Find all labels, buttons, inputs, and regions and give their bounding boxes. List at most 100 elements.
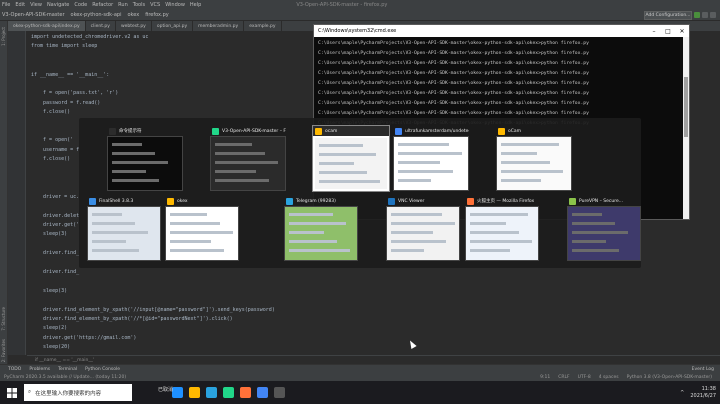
switcher-window[interactable]: PureVPN – Secure... [567,196,641,261]
thumbnail-detail [92,240,126,243]
cmd-title-bar[interactable]: C:\Windows\system32\cmd.exe – □ ✕ [314,25,689,37]
windows-start-icon[interactable] [0,381,24,404]
window-thumbnail [313,136,389,191]
switcher-window[interactable]: VNC Viewer [386,196,460,261]
switcher-window-header: PureVPN – Secure... [567,196,641,206]
switcher-window[interactable]: ultrafunkamsterdam/undetected [393,126,469,191]
interpreter-selector[interactable]: Python 3.8 (V3-Open-API-SDK-master) [627,375,712,380]
editor-tab[interactable]: example.py [244,21,282,31]
python-console-tab[interactable]: Python Console [85,367,120,372]
caret-position[interactable]: 9:11 [540,375,550,380]
cmd-scrollbar[interactable] [683,37,689,219]
chrome-icon[interactable] [257,387,268,398]
code-line: driver = uc. [31,193,80,200]
menu-item-tools[interactable]: Tools [133,2,145,8]
switcher-window-title: 火狐主页 — Mozilla Firefox [477,199,535,204]
run-configuration-button[interactable]: Add Configuration... [644,11,692,20]
thumbnail-detail [92,222,135,225]
firefox-icon[interactable] [240,387,251,398]
thumbnail-detail [501,143,559,146]
code-line: password = f.read() [31,99,101,106]
project-tool-button[interactable]: 1: Project [1,27,6,46]
minimize-icon[interactable]: – [647,28,661,35]
breadcrumb-item[interactable]: firefox.py [145,12,169,18]
structure-tool-button[interactable]: 7: Structure [1,307,6,331]
thumbnail-detail [215,143,252,146]
update-notification[interactable]: PyCharm 2020.3.5 available // Update... … [4,375,126,380]
file-encoding[interactable]: UTF-8 [578,375,591,380]
left-tool-window-bar: 1: Project 7: Structure 2: Favorites [0,21,8,364]
switcher-window[interactable]: V3-Open-API-SDK-master – Firefox [210,126,286,191]
editor-tab[interactable]: webtest.py [116,21,152,31]
window-thumbnail [393,136,469,191]
problems-tab[interactable]: Problems [29,367,50,372]
telegram-icon[interactable] [206,387,217,398]
bottom-tool-bar: TODO Problems Terminal Python Console Ev… [0,364,720,373]
todo-tab[interactable]: TODO [8,367,21,372]
menu-item-file[interactable]: File [2,2,10,8]
navigation-bar: V3-Open-API-SDK-master okex-python-sdk-ap… [0,9,720,21]
editor-tab[interactable]: option_api.py [152,21,194,31]
thumbnail-detail [572,231,628,234]
switcher-window[interactable]: ocam [312,125,390,192]
clock[interactable]: 11:38 2021/6/27 [690,386,716,400]
code-line: if __name__ == '__main__': [31,71,110,78]
menu-item-help[interactable]: Help [190,2,201,8]
breadcrumb-item[interactable]: okex [127,12,139,18]
window-thumbnail [210,136,286,191]
thumbnail-detail [215,179,269,182]
cmd-icon[interactable] [274,387,285,398]
breadcrumb-item[interactable]: okex-python-sdk-api [71,12,122,18]
debug-icon[interactable] [702,12,708,18]
window-thumbnail [567,206,641,261]
switcher-window-title: FinalShell 3.8.3 [99,198,134,204]
indent-setting[interactable]: 4 spaces [599,375,619,380]
pycharm-icon[interactable] [223,387,234,398]
terminal-tab[interactable]: Terminal [58,367,77,372]
code-line: f.close() [31,109,71,116]
editor-tab[interactable]: okex-python-sdk-api\index.py [8,21,86,31]
breadcrumb-item[interactable]: V3-Open-API-SDK-master [2,12,65,18]
switcher-window[interactable]: okex [165,196,239,261]
line-number-gutter [8,31,26,355]
run-icon[interactable] [694,12,700,18]
console-line: C:\Users\maple\PycharmProjects\V3-Open-A… [318,81,589,86]
switcher-window[interactable]: oCam [496,126,572,191]
close-icon[interactable]: ✕ [675,28,689,35]
thumbnail-detail [112,170,146,173]
search-icon[interactable] [710,12,716,18]
favorites-tool-button[interactable]: 2: Favorites [1,339,6,362]
menu-item-refactor[interactable]: Refactor [92,2,113,8]
menu-item-code[interactable]: Code [74,2,87,8]
menu-bar: File Edit View Navigate Code Refactor Run Tools… [0,0,720,9]
clock-date: 2021/6/27 [690,392,716,399]
thumbnail-detail [112,143,142,146]
tray-arrow-icon[interactable]: ^ [680,390,684,396]
thumbnail-detail [470,231,519,234]
switcher-window[interactable]: 命令提示符 [107,126,183,191]
code-line: sleep(2) [31,325,68,332]
menu-item-run[interactable]: Run [118,2,128,8]
editor-tab[interactable]: client.py [86,21,116,31]
menu-item-window[interactable]: Window [165,2,185,8]
event-log-tab[interactable]: Event Log [692,367,714,372]
thumbnail-detail [289,249,350,252]
edge-icon[interactable] [172,387,183,398]
file-explorer-icon[interactable] [189,387,200,398]
menu-item-vcs[interactable]: VCS [150,2,160,8]
switcher-window[interactable]: 火狐主页 — Mozilla Firefox [465,196,539,261]
menu-item-view[interactable]: View [30,2,42,8]
switcher-window[interactable]: FinalShell 3.8.3 [87,196,161,261]
maximize-icon[interactable]: □ [661,28,675,35]
thumbnail-detail [391,249,424,252]
code-line: from time import sleep [31,43,98,50]
app-icon [109,127,116,135]
menu-item-edit[interactable]: Edit [15,2,25,8]
thumbnail-detail [572,213,602,216]
line-separator[interactable]: CRLF [558,375,569,380]
window-title: V3-Open-API-SDK-master - firefox.py [296,1,388,8]
menu-item-navigate[interactable]: Navigate [47,2,69,8]
taskbar-search-input[interactable]: ⌕ 在这里输入你要搜索的内容 [24,384,132,401]
editor-tab[interactable]: memberadmin.py [193,21,245,31]
switcher-window[interactable]: Telegram (99283) [284,196,358,261]
